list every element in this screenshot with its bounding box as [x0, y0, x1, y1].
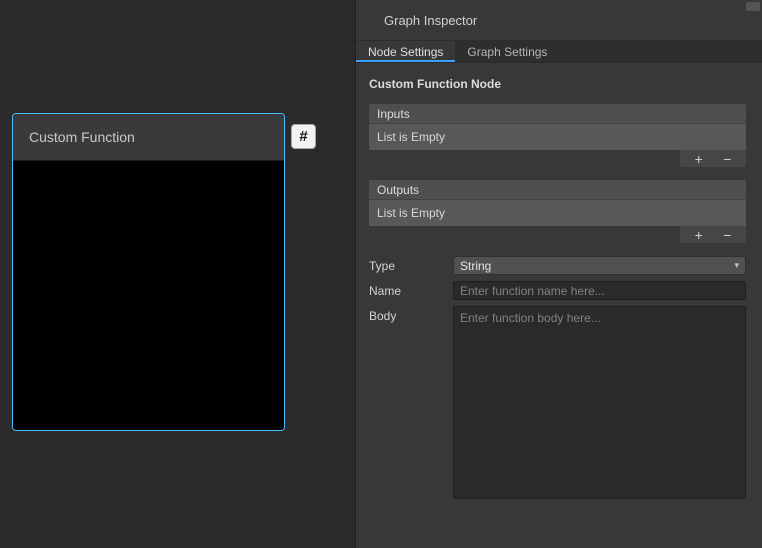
tab-node-settings-label: Node Settings: [368, 45, 443, 59]
tab-graph-settings-label: Graph Settings: [467, 45, 547, 59]
inputs-list: Inputs List is Empty + −: [369, 104, 746, 167]
graph-canvas[interactable]: Custom Function #: [0, 0, 355, 548]
inputs-list-header[interactable]: Inputs: [369, 104, 746, 124]
outputs-list-header[interactable]: Outputs: [369, 180, 746, 200]
type-field-row: Type String ▾: [369, 256, 746, 275]
function-body-input[interactable]: [453, 306, 746, 499]
hash-icon: #: [299, 128, 307, 145]
inputs-add-button[interactable]: +: [689, 151, 709, 167]
graph-inspector-panel: Graph Inspector Node Settings Graph Sett…: [355, 0, 762, 548]
type-dropdown-value: String: [460, 259, 491, 273]
node-hash-badge[interactable]: #: [291, 124, 316, 149]
body-label: Body: [369, 309, 453, 323]
inputs-remove-button[interactable]: −: [717, 151, 737, 167]
outputs-list: Outputs List is Empty + −: [369, 180, 746, 243]
tab-graph-settings[interactable]: Graph Settings: [455, 41, 559, 62]
type-label: Type: [369, 259, 453, 273]
node-title-bar[interactable]: Custom Function: [13, 114, 284, 161]
name-field-row: Name: [369, 281, 746, 300]
name-label: Name: [369, 284, 453, 298]
tab-node-settings[interactable]: Node Settings: [356, 41, 455, 62]
node-preview-body: [13, 161, 284, 429]
outputs-empty-row: List is Empty: [369, 200, 746, 226]
inspector-title: Graph Inspector: [384, 13, 477, 28]
node-title: Custom Function: [29, 129, 135, 145]
scrollbar[interactable]: [746, 2, 760, 11]
type-dropdown[interactable]: String ▾: [453, 256, 746, 275]
node-settings-heading: Custom Function Node: [356, 63, 762, 91]
custom-function-node[interactable]: Custom Function: [12, 113, 285, 431]
chevron-down-icon: ▾: [734, 260, 739, 271]
body-field-row: Body: [369, 306, 746, 499]
inspector-header[interactable]: Graph Inspector: [356, 0, 762, 41]
outputs-remove-button[interactable]: −: [717, 227, 737, 243]
tab-bar: Node Settings Graph Settings: [356, 41, 762, 63]
outputs-add-button[interactable]: +: [689, 227, 709, 243]
inputs-empty-row: List is Empty: [369, 124, 746, 150]
function-name-input[interactable]: [453, 281, 746, 300]
inputs-list-footer: + −: [680, 150, 746, 167]
outputs-list-footer: + −: [680, 226, 746, 243]
